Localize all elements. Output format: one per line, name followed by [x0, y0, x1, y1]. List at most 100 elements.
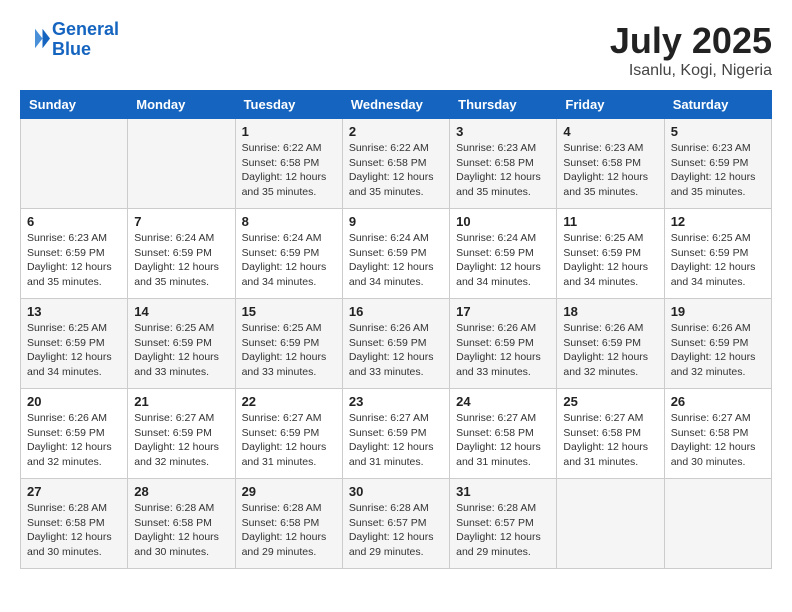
calendar-cell: 5 Sunrise: 6:23 AM Sunset: 6:59 PM Daylig…: [664, 119, 771, 209]
day-header-saturday: Saturday: [664, 91, 771, 119]
day-number: 5: [671, 124, 765, 139]
calendar-cell: 4Sunrise: 6:23 AM Sunset: 6:58 PM Daylig…: [557, 119, 664, 209]
location: Isanlu, Kogi, Nigeria: [610, 62, 772, 80]
calendar-cell: 21Sunrise: 6:27 AM Sunset: 6:59 PM Dayli…: [128, 389, 235, 479]
day-info: Sunrise: 6:26 AM Sunset: 6:59 PM Dayligh…: [349, 321, 443, 380]
day-number: 10: [456, 214, 550, 229]
calendar-cell: 19 Sunrise: 6:26 AM Sunset: 6:59 PM Dayli…: [664, 299, 771, 389]
week-row-1: 1 Sunrise: 6:22 AM Sunset: 6:58 PM Daylig…: [21, 119, 772, 209]
calendar-cell: 3 Sunrise: 6:23 AM Sunset: 6:58 PM Daylig…: [450, 119, 557, 209]
day-number: 7: [134, 214, 228, 229]
calendar-cell: 20Sunrise: 6:26 AM Sunset: 6:59 PM Dayli…: [21, 389, 128, 479]
day-info: Sunrise: 6:25 AM Sunset: 6:59 PM Dayligh…: [134, 321, 228, 380]
calendar-cell: 31 Sunrise: 6:28 AM Sunset: 6:57 PM Dayli…: [450, 479, 557, 569]
calendar-cell: 6Sunrise: 6:23 AM Sunset: 6:59 PM Daylig…: [21, 209, 128, 299]
day-number: 4: [563, 124, 657, 139]
day-header-thursday: Thursday: [450, 91, 557, 119]
calendar-cell: [557, 479, 664, 569]
day-number: 25: [563, 394, 657, 409]
day-number: 13: [27, 304, 121, 319]
calendar-cell: 16 Sunrise: 6:26 AM Sunset: 6:59 PM Dayli…: [342, 299, 449, 389]
day-number: 20: [27, 394, 121, 409]
day-info: Sunrise: 6:27 AM Sunset: 6:59 PM Dayligh…: [349, 411, 443, 470]
calendar-cell: 18 Sunrise: 6:26 AM Sunset: 6:59 PM Dayli…: [557, 299, 664, 389]
day-number: 15: [242, 304, 336, 319]
logo-icon: [20, 25, 50, 55]
day-number: 23: [349, 394, 443, 409]
week-row-5: 27 Sunrise: 6:28 AM Sunset: 6:58 PM Dayli…: [21, 479, 772, 569]
day-info: Sunrise: 6:26 AM Sunset: 6:59 PM Dayligh…: [456, 321, 550, 380]
calendar-cell: 8 Sunrise: 6:24 AM Sunset: 6:59 PM Daylig…: [235, 209, 342, 299]
day-number: 1: [242, 124, 336, 139]
logo-line1: General: [52, 19, 119, 39]
day-number: 22: [242, 394, 336, 409]
week-row-4: 20Sunrise: 6:26 AM Sunset: 6:59 PM Dayli…: [21, 389, 772, 479]
day-info: Sunrise: 6:26 AM Sunset: 6:59 PM Dayligh…: [563, 321, 657, 380]
title-section: July 2025 Isanlu, Kogi, Nigeria: [610, 20, 772, 80]
day-info: Sunrise: 6:24 AM Sunset: 6:59 PM Dayligh…: [349, 231, 443, 290]
calendar-table: SundayMondayTuesdayWednesdayThursdayFrid…: [20, 90, 772, 569]
logo: General Blue: [20, 20, 119, 60]
calendar-cell: 24 Sunrise: 6:27 AM Sunset: 6:58 PM Dayli…: [450, 389, 557, 479]
calendar-cell: 17Sunrise: 6:26 AM Sunset: 6:59 PM Dayli…: [450, 299, 557, 389]
calendar-cell: 25Sunrise: 6:27 AM Sunset: 6:58 PM Dayli…: [557, 389, 664, 479]
day-number: 18: [563, 304, 657, 319]
day-info: Sunrise: 6:23 AM Sunset: 6:59 PM Dayligh…: [27, 231, 121, 290]
calendar-cell: [128, 119, 235, 209]
day-number: 24: [456, 394, 550, 409]
day-number: 2: [349, 124, 443, 139]
calendar-cell: 26Sunrise: 6:27 AM Sunset: 6:58 PM Dayli…: [664, 389, 771, 479]
day-number: 19: [671, 304, 765, 319]
logo-text: General Blue: [52, 20, 119, 60]
day-number: 26: [671, 394, 765, 409]
day-number: 14: [134, 304, 228, 319]
day-number: 16: [349, 304, 443, 319]
day-info: Sunrise: 6:24 AM Sunset: 6:59 PM Dayligh…: [134, 231, 228, 290]
day-info: Sunrise: 6:28 AM Sunset: 6:58 PM Dayligh…: [27, 501, 121, 560]
calendar-cell: 15Sunrise: 6:25 AM Sunset: 6:59 PM Dayli…: [235, 299, 342, 389]
days-header-row: SundayMondayTuesdayWednesdayThursdayFrid…: [21, 91, 772, 119]
day-header-wednesday: Wednesday: [342, 91, 449, 119]
day-header-sunday: Sunday: [21, 91, 128, 119]
day-number: 31: [456, 484, 550, 499]
day-number: 9: [349, 214, 443, 229]
day-info: Sunrise: 6:27 AM Sunset: 6:58 PM Dayligh…: [456, 411, 550, 470]
calendar-cell: [21, 119, 128, 209]
logo-line2: Blue: [52, 39, 91, 59]
month-year: July 2025: [610, 20, 772, 62]
calendar-cell: 10Sunrise: 6:24 AM Sunset: 6:59 PM Dayli…: [450, 209, 557, 299]
calendar-cell: 29 Sunrise: 6:28 AM Sunset: 6:58 PM Dayli…: [235, 479, 342, 569]
day-info: Sunrise: 6:23 AM Sunset: 6:59 PM Dayligh…: [671, 141, 765, 200]
day-number: 29: [242, 484, 336, 499]
calendar-cell: [664, 479, 771, 569]
calendar-cell: 23 Sunrise: 6:27 AM Sunset: 6:59 PM Dayli…: [342, 389, 449, 479]
day-header-monday: Monday: [128, 91, 235, 119]
day-number: 12: [671, 214, 765, 229]
day-info: Sunrise: 6:22 AM Sunset: 6:58 PM Dayligh…: [242, 141, 336, 200]
day-info: Sunrise: 6:23 AM Sunset: 6:58 PM Dayligh…: [456, 141, 550, 200]
calendar-cell: 9 Sunrise: 6:24 AM Sunset: 6:59 PM Daylig…: [342, 209, 449, 299]
calendar-header: SundayMondayTuesdayWednesdayThursdayFrid…: [21, 91, 772, 119]
day-number: 27: [27, 484, 121, 499]
day-number: 30: [349, 484, 443, 499]
day-number: 3: [456, 124, 550, 139]
calendar-cell: 27 Sunrise: 6:28 AM Sunset: 6:58 PM Dayli…: [21, 479, 128, 569]
day-header-tuesday: Tuesday: [235, 91, 342, 119]
calendar-cell: 1 Sunrise: 6:22 AM Sunset: 6:58 PM Daylig…: [235, 119, 342, 209]
day-number: 8: [242, 214, 336, 229]
day-info: Sunrise: 6:28 AM Sunset: 6:57 PM Dayligh…: [456, 501, 550, 560]
day-info: Sunrise: 6:28 AM Sunset: 6:57 PM Dayligh…: [349, 501, 443, 560]
week-row-3: 13 Sunrise: 6:25 AM Sunset: 6:59 PM Dayli…: [21, 299, 772, 389]
day-info: Sunrise: 6:25 AM Sunset: 6:59 PM Dayligh…: [671, 231, 765, 290]
calendar-cell: 12 Sunrise: 6:25 AM Sunset: 6:59 PM Dayli…: [664, 209, 771, 299]
day-info: Sunrise: 6:24 AM Sunset: 6:59 PM Dayligh…: [242, 231, 336, 290]
day-number: 28: [134, 484, 228, 499]
calendar-cell: 11 Sunrise: 6:25 AM Sunset: 6:59 PM Dayli…: [557, 209, 664, 299]
calendar-cell: 14 Sunrise: 6:25 AM Sunset: 6:59 PM Dayli…: [128, 299, 235, 389]
calendar-cell: 2Sunrise: 6:22 AM Sunset: 6:58 PM Daylig…: [342, 119, 449, 209]
calendar-cell: 30 Sunrise: 6:28 AM Sunset: 6:57 PM Dayli…: [342, 479, 449, 569]
day-info: Sunrise: 6:25 AM Sunset: 6:59 PM Dayligh…: [563, 231, 657, 290]
day-info: Sunrise: 6:28 AM Sunset: 6:58 PM Dayligh…: [242, 501, 336, 560]
day-number: 11: [563, 214, 657, 229]
day-info: Sunrise: 6:26 AM Sunset: 6:59 PM Dayligh…: [671, 321, 765, 380]
